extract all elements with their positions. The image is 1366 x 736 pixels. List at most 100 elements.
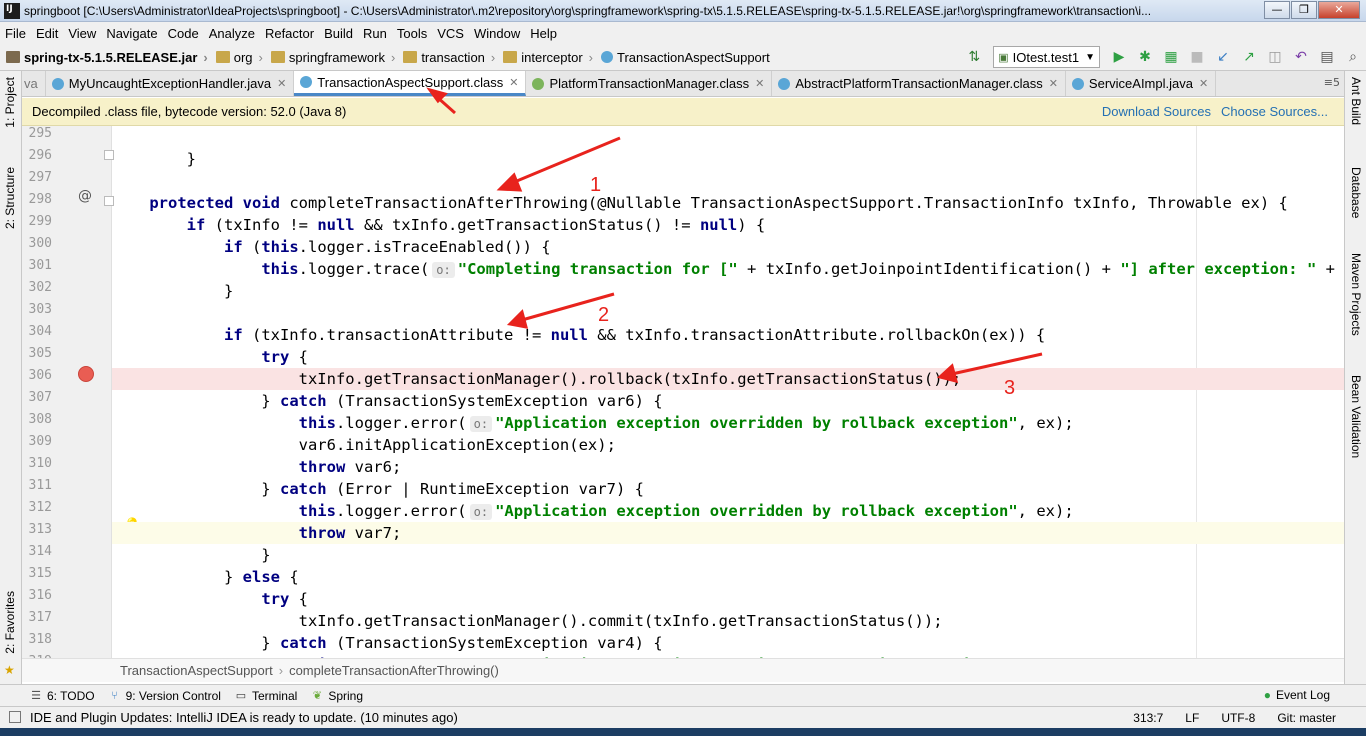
spring-tool-button[interactable]: ❦ Spring [311,689,363,703]
code-text: ( [251,238,262,256]
tab-transactionaspectsupport[interactable]: TransactionAspectSupport.class ✕ [294,71,527,96]
line-separator[interactable]: LF [1185,711,1199,725]
todo-tool-button[interactable]: ☰ 6: TODO [30,689,95,703]
favorites-tool-tab[interactable]: 2: Favorites [3,591,17,654]
code-keyword: else [242,568,290,586]
run-configuration-select[interactable]: ▣ IOtest.test1 ▼ [993,46,1100,68]
status-toggle-icon[interactable] [9,711,21,723]
vcs-compare-icon[interactable]: ◫ [1267,49,1283,65]
event-log-button[interactable]: ● Event Log [1264,688,1330,702]
menu-code[interactable]: Code [163,26,204,41]
code-keyword: catch [279,634,336,652]
menu-build[interactable]: Build [319,26,358,41]
tab-myuncaughtexceptionhandler[interactable]: MyUncaughtExceptionHandler.java ✕ [46,71,295,96]
tab-abstractplatformtransactionmanager[interactable]: AbstractPlatformTransactionManager.class… [772,71,1066,96]
menu-window[interactable]: Window [469,26,525,41]
code-line: txInfo.getTransactionManager().commit(tx… [112,610,1344,632]
run-icon[interactable]: ▶ [1111,49,1127,65]
chevron-right-icon: › [203,49,208,65]
parameter-hint: o: [469,416,493,432]
restore-button[interactable]: ❐ [1291,1,1317,19]
close-icon[interactable]: ✕ [755,77,764,90]
code-text: } [112,634,280,652]
menu-navigate[interactable]: Navigate [101,26,162,41]
tab-serviceaimpl[interactable]: ServiceAImpl.java ✕ [1066,71,1217,96]
caret-position[interactable]: 313:7 [1133,711,1163,725]
breadcrumb-method[interactable]: completeTransactionAfterThrowing() [289,663,499,678]
search-everywhere-icon[interactable]: ⌕ [1345,49,1361,65]
line-number: 318 [28,632,52,647]
tab-platformtransactionmanager[interactable]: PlatformTransactionManager.class ✕ [526,71,773,96]
bean-validation-tool-tab[interactable]: Bean Validation [1349,375,1363,458]
code-keyword: null [699,216,738,234]
status-message[interactable]: IDE and Plugin Updates: IntelliJ IDEA is… [30,710,458,725]
class-icon [51,77,64,90]
implements-method-icon[interactable]: @ [78,188,92,204]
code-text: { [289,568,299,586]
minimize-button[interactable]: — [1264,1,1290,19]
tool-window-bar: ☰ 6: TODO ⑂ 9: Version Control ▭ Terminal ❦… [0,684,1366,706]
stop-icon[interactable]: ■ [1189,49,1205,65]
code-line-breakpoint: txInfo.getTransactionManager().rollback(… [112,368,1344,390]
close-icon[interactable]: ✕ [1049,77,1058,90]
git-branch[interactable]: Git: master [1277,711,1336,725]
code-text: .logger.isTraceEnabled()) { [298,238,551,256]
debug-icon[interactable]: ✱ [1137,49,1153,65]
breadcrumb-class[interactable]: TransactionAspectSupport [120,663,273,678]
maven-projects-tool-tab[interactable]: Maven Projects [1349,253,1363,336]
chevron-right-icon: › [278,663,284,678]
code-line: if (txInfo != null && txInfo.getTransact… [112,214,1344,236]
close-icon[interactable]: ✕ [1199,77,1208,90]
project-tool-tab[interactable]: 1: Project [3,77,17,128]
menu-view[interactable]: View [63,26,101,41]
decompiled-banner: Decompiled .class file, bytecode version… [22,98,1344,126]
menu-analyze[interactable]: Analyze [204,26,260,41]
tab-partial[interactable]: va [22,71,46,96]
project-structure-icon[interactable]: ▤ [1319,49,1335,65]
menu-file[interactable]: File [0,26,31,41]
editor-gutter[interactable]: 295 296 297 298 299 300 301 302 303 304 … [22,126,140,658]
build-project-icon[interactable]: ⇅ [966,49,982,65]
close-icon[interactable]: ✕ [277,77,286,90]
menu-refactor[interactable]: Refactor [260,26,319,41]
code-keyword: protected void [112,194,290,212]
vcs-revert-icon[interactable]: ↶ [1293,49,1309,65]
vcs-commit-icon[interactable]: ↗ [1241,49,1257,65]
structure-tool-tab[interactable]: 2: Structure [3,167,17,229]
tabs-overflow-menu[interactable]: ≡5 [1324,76,1340,89]
code-text: } [112,150,196,168]
download-sources-link[interactable]: Download Sources [1102,104,1211,119]
database-tool-tab[interactable]: Database [1349,167,1363,218]
menu-help[interactable]: Help [525,26,562,41]
menu-run[interactable]: Run [358,26,392,41]
nav-crumb-jar[interactable]: spring-tx-5.1.5.RELEASE.jar › [0,50,208,65]
code-line: throw var6; [112,456,1344,478]
close-button[interactable]: ✕ [1318,1,1360,19]
close-icon[interactable]: ✕ [509,76,518,89]
code-text: (Error | RuntimeException var7) { [335,480,644,498]
menu-vcs[interactable]: VCS [432,26,469,41]
code-editor[interactable]: 295 296 297 298 299 300 301 302 303 304 … [22,126,1344,658]
nav-crumb-interceptor[interactable]: interceptor › [497,50,593,65]
coverage-icon[interactable]: ▦ [1163,49,1179,65]
file-encoding[interactable]: UTF-8 [1221,711,1255,725]
nav-crumb-org[interactable]: org › [210,50,263,65]
vcs-icon: ⑂ [111,689,118,702]
code-keyword: this [261,260,299,278]
vcs-update-icon[interactable]: ↙ [1215,49,1231,65]
choose-sources-link[interactable]: Choose Sources... [1221,104,1328,119]
menu-tools[interactable]: Tools [392,26,432,41]
menu-edit[interactable]: Edit [31,26,63,41]
code-text: var6.initApplicationException(ex); [112,436,616,454]
terminal-tool-button[interactable]: ▭ Terminal [235,689,298,703]
nav-crumb-class[interactable]: TransactionAspectSupport [595,50,770,65]
ant-build-tool-tab[interactable]: Ant Build [1349,77,1363,125]
event-log-label: Event Log [1275,688,1330,702]
code-text: ) { [737,216,766,234]
nav-crumb-springframework[interactable]: springframework › [265,50,395,65]
breakpoint-icon[interactable] [78,366,94,382]
version-control-tool-button[interactable]: ⑂ 9: Version Control [109,689,221,703]
nav-crumb-transaction[interactable]: transaction › [397,50,495,65]
